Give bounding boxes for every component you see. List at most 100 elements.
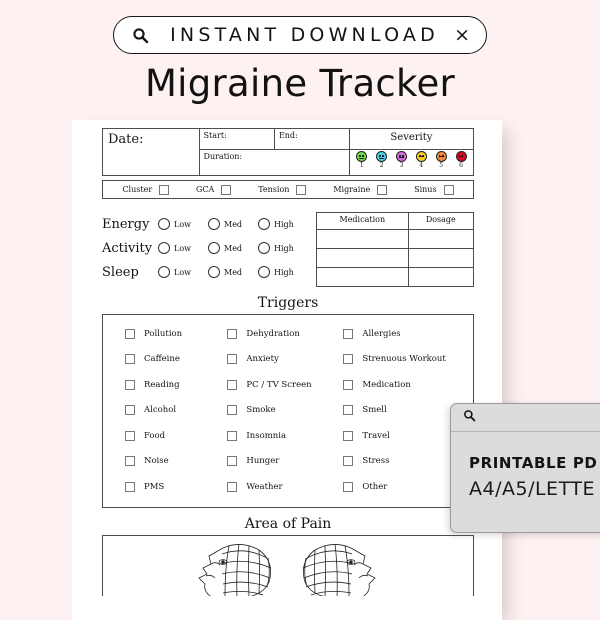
severity-face-icon <box>435 151 447 163</box>
checkbox[interactable] <box>125 354 135 365</box>
radio-button[interactable] <box>158 218 170 230</box>
level-option-sleep-med[interactable]: Med <box>208 266 258 278</box>
checkbox[interactable] <box>343 354 354 365</box>
checkbox[interactable] <box>227 354 238 365</box>
radio-button[interactable] <box>208 218 220 230</box>
area-of-pain-box[interactable] <box>102 534 474 596</box>
table-row[interactable] <box>316 229 475 249</box>
level-option-sleep-low[interactable]: Low <box>158 266 208 278</box>
medication-cell[interactable] <box>316 248 409 268</box>
level-option-activity-high[interactable]: High <box>258 242 308 254</box>
checkbox[interactable] <box>125 481 135 492</box>
table-row[interactable] <box>316 267 475 287</box>
radio-button[interactable] <box>258 266 270 278</box>
trigger-pms[interactable]: PMS <box>107 481 227 492</box>
table-row[interactable] <box>316 248 475 268</box>
medication-cell[interactable] <box>316 267 409 287</box>
level-option-activity-med[interactable]: Med <box>208 242 258 254</box>
level-row-sleep: Sleep Low Med High <box>102 260 310 284</box>
checkbox[interactable] <box>343 430 354 441</box>
checkbox[interactable] <box>227 405 238 416</box>
trigger-smoke[interactable]: Smoke <box>227 405 343 416</box>
trigger-anxiety[interactable]: Anxiety <box>227 354 343 365</box>
level-option-energy-med[interactable]: Med <box>208 218 258 230</box>
medication-table[interactable]: Medication Dosage <box>316 212 475 287</box>
option-label: High <box>274 243 294 253</box>
checkbox[interactable] <box>125 328 135 339</box>
radio-button[interactable] <box>158 266 170 278</box>
headache-type-migraine[interactable]: Migraine <box>333 184 388 195</box>
trigger-noise[interactable]: Noise <box>107 456 227 467</box>
medication-cell[interactable] <box>407 229 475 249</box>
checkbox[interactable] <box>125 456 135 467</box>
severity-scale[interactable]: 1 2 3 4 5 6 <box>348 149 475 176</box>
trigger-strenuous-workout[interactable]: Strenuous Workout <box>343 354 469 365</box>
severity-option-3[interactable]: 3 <box>395 151 407 170</box>
checkbox[interactable] <box>227 430 238 441</box>
trigger-allergies[interactable]: Allergies <box>343 328 469 339</box>
duration-cell[interactable]: Duration: <box>198 149 350 176</box>
checkbox[interactable] <box>221 184 232 195</box>
checkbox[interactable] <box>343 456 354 467</box>
severity-option-6[interactable]: 6 <box>455 151 467 170</box>
severity-option-5[interactable]: 5 <box>435 151 447 170</box>
medication-cell[interactable] <box>316 229 409 249</box>
level-option-energy-high[interactable]: High <box>258 218 308 230</box>
radio-button[interactable] <box>258 242 270 254</box>
option-label: Low <box>174 267 191 277</box>
checkbox[interactable] <box>125 430 135 441</box>
headache-type-tension[interactable]: Tension <box>258 184 307 195</box>
trigger-reading[interactable]: Reading <box>107 379 227 390</box>
checkbox[interactable] <box>227 456 238 467</box>
trigger-insomnia[interactable]: Insomnia <box>227 430 343 441</box>
trigger-pc-tv-screen[interactable]: PC / TV Screen <box>227 379 343 390</box>
trigger-food[interactable]: Food <box>107 430 227 441</box>
checkbox[interactable] <box>343 328 354 339</box>
close-icon[interactable]: × <box>454 25 470 45</box>
printable-pdf-overlay[interactable]: PRINTABLE PD A4/A5/LETTE <box>450 403 600 533</box>
level-option-sleep-high[interactable]: High <box>258 266 308 278</box>
checkbox[interactable] <box>377 184 388 195</box>
radio-button[interactable] <box>158 242 170 254</box>
checkbox[interactable] <box>227 481 238 492</box>
instant-download-badge[interactable]: INSTANT DOWNLOAD × <box>113 16 487 54</box>
trigger-dehydration[interactable]: Dehydration <box>227 328 343 339</box>
severity-face-icon <box>356 151 368 163</box>
trigger-row: Alcohol Smoke Smell <box>107 398 469 424</box>
level-option-energy-low[interactable]: Low <box>158 218 208 230</box>
trigger-caffeine[interactable]: Caffeine <box>107 354 227 365</box>
trigger-pollution[interactable]: Pollution <box>107 328 227 339</box>
trigger-hunger[interactable]: Hunger <box>227 456 343 467</box>
radio-button[interactable] <box>208 242 220 254</box>
severity-option-1[interactable]: 1 <box>356 151 368 170</box>
medication-cell[interactable] <box>407 248 475 268</box>
date-cell[interactable]: Date: <box>102 128 200 176</box>
checkbox[interactable] <box>227 379 238 390</box>
start-cell[interactable]: Start: <box>198 127 275 151</box>
checkbox[interactable] <box>443 184 454 195</box>
headache-type-cluster[interactable]: Cluster <box>122 184 170 195</box>
checkbox[interactable] <box>125 405 135 416</box>
level-option-activity-low[interactable]: Low <box>158 242 208 254</box>
checkbox[interactable] <box>296 184 307 195</box>
medication-cell[interactable] <box>407 267 475 287</box>
checkbox[interactable] <box>159 184 170 195</box>
checkbox[interactable] <box>125 379 135 390</box>
headache-type-gca[interactable]: GCA <box>196 184 232 195</box>
radio-button[interactable] <box>208 266 220 278</box>
trigger-alcohol[interactable]: Alcohol <box>107 405 227 416</box>
end-cell[interactable]: End: <box>273 127 350 151</box>
headache-type-sinus[interactable]: Sinus <box>414 184 454 195</box>
trigger-label: Other <box>362 481 388 492</box>
trigger-row: Reading PC / TV Screen Medication <box>107 372 469 398</box>
severity-option-4[interactable]: 4 <box>415 151 427 170</box>
trigger-weather[interactable]: Weather <box>227 481 343 492</box>
search-icon[interactable] <box>463 409 476 427</box>
severity-option-2[interactable]: 2 <box>376 151 388 170</box>
checkbox[interactable] <box>227 328 238 339</box>
checkbox[interactable] <box>343 405 354 416</box>
checkbox[interactable] <box>343 481 354 492</box>
trigger-medication[interactable]: Medication <box>343 379 469 390</box>
checkbox[interactable] <box>343 379 354 390</box>
radio-button[interactable] <box>258 218 270 230</box>
